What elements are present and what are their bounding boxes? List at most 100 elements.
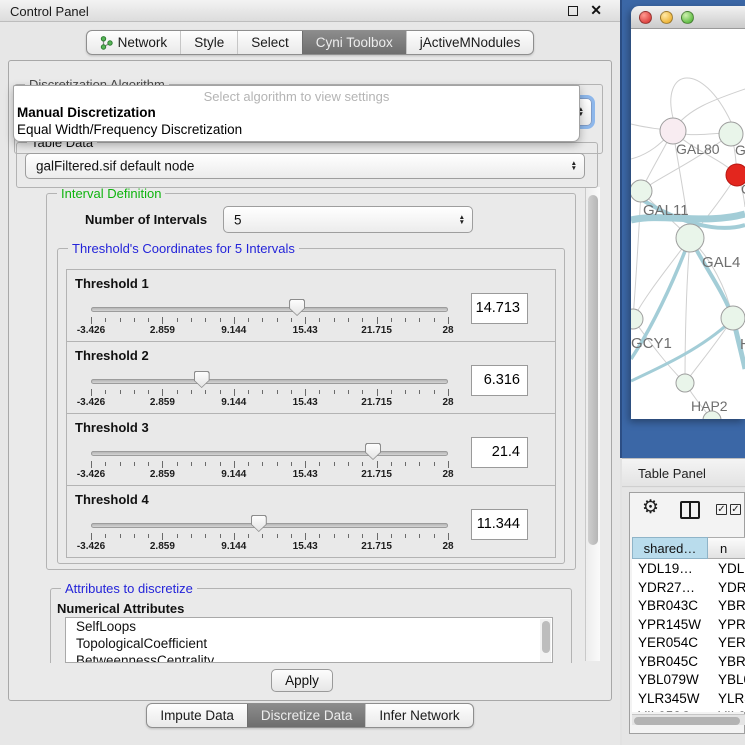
attribute-item-topologicalcoefficient[interactable]: TopologicalCoefficient: [66, 635, 552, 652]
cell-name[interactable]: YPR1: [708, 615, 745, 634]
table-row[interactable]: YPR145WYPR1: [632, 615, 745, 634]
cell-shared-name[interactable]: YDL19…: [632, 559, 708, 578]
tab-select[interactable]: Select: [237, 31, 302, 54]
cell-name[interactable]: YBR0: [708, 652, 745, 671]
cell-name[interactable]: YIL0: [708, 707, 745, 712]
table-row[interactable]: YDR27…YDR2: [632, 578, 745, 597]
slider-ticks: [91, 461, 448, 469]
list-scrollbar[interactable]: [540, 619, 551, 663]
slider-handle[interactable]: [365, 443, 381, 460]
threshold-value-field[interactable]: 14.713: [471, 293, 528, 324]
network-edge[interactable]: [633, 191, 641, 319]
attribute-item-selfloops[interactable]: SelfLoops: [66, 618, 552, 635]
minimize-traffic-light-icon[interactable]: [660, 11, 673, 24]
slider-handle[interactable]: [194, 371, 210, 388]
network-edge[interactable]: [671, 78, 731, 122]
zoom-traffic-light-icon[interactable]: [681, 11, 694, 24]
tick-mark: [434, 318, 435, 322]
network-node-hap2[interactable]: [676, 374, 694, 392]
threshold-label: Threshold 4: [75, 492, 149, 507]
cell-shared-name[interactable]: YLR345W: [632, 689, 708, 708]
tick-label: 9.144: [221, 397, 246, 408]
network-node-gal4[interactable]: [676, 224, 704, 252]
tab-label: Network: [118, 35, 168, 50]
table-row[interactable]: YIL052CYIL0: [632, 707, 745, 712]
gear-icon[interactable]: ⚙: [642, 496, 659, 519]
threshold-value-field[interactable]: 6.316: [471, 365, 528, 396]
slider-handle[interactable]: [289, 299, 305, 316]
cell-name[interactable]: YER0: [708, 633, 745, 652]
table-row[interactable]: YBR043CYBR0: [632, 596, 745, 615]
tab-infer-network[interactable]: Infer Network: [365, 704, 472, 727]
cell-shared-name[interactable]: YDR27…: [632, 578, 708, 597]
popup-placeholder-item[interactable]: Select algorithm to view settings: [14, 86, 579, 105]
columns-icon[interactable]: [680, 501, 700, 519]
close-traffic-light-icon[interactable]: [639, 11, 652, 24]
network-canvas[interactable]: GAL80GACGAL11GAL4GCY1HHAP2: [631, 29, 745, 419]
network-node-label: C: [741, 181, 745, 197]
cell-name[interactable]: YLR3: [708, 689, 745, 708]
float-window-icon[interactable]: [568, 6, 578, 16]
cell-shared-name[interactable]: YPR145W: [632, 615, 708, 634]
table-horizontal-scrollbar[interactable]: [632, 714, 745, 725]
list-scrollbar-thumb[interactable]: [542, 621, 550, 653]
apply-button[interactable]: Apply: [271, 669, 333, 692]
number-of-intervals-combobox[interactable]: 5 ▲▼: [223, 206, 473, 233]
close-icon[interactable]: ✕: [590, 2, 602, 19]
tab-discretize-data[interactable]: Discretize Data: [247, 704, 366, 727]
table-data-combobox[interactable]: galFiltered.sif default node ▲▼: [25, 153, 585, 179]
tab-cyni-toolbox[interactable]: Cyni Toolbox: [302, 31, 406, 54]
slider-track[interactable]: [91, 379, 448, 384]
tick-mark: [334, 390, 335, 394]
table-row[interactable]: YER054CYER0: [632, 633, 745, 652]
column-header-name[interactable]: n: [708, 537, 745, 559]
table-row[interactable]: YDL19…YDL1: [632, 559, 745, 578]
column-header-shared-name[interactable]: shared…: [632, 537, 708, 559]
tick-mark: [405, 534, 406, 538]
tab-network[interactable]: Network: [87, 31, 181, 54]
slider-track[interactable]: [91, 307, 448, 312]
tab-style[interactable]: Style: [180, 31, 237, 54]
table-row[interactable]: YLR345WYLR3: [632, 689, 745, 708]
combo-stepper-icon: ▲▼: [459, 215, 465, 225]
network-edge[interactable]: [685, 238, 690, 383]
cell-name[interactable]: YBL0: [708, 670, 745, 689]
checkbox-icon[interactable]: ✓: [716, 504, 727, 515]
slider-handle[interactable]: [251, 515, 267, 532]
popup-item-equal-width-frequency-discretization[interactable]: Equal Width/Frequency Discretization: [14, 122, 579, 139]
tick-mark: [205, 390, 206, 394]
table-row[interactable]: YBR045CYBR0: [632, 652, 745, 671]
network-node-gcy1[interactable]: [631, 309, 643, 329]
cell-name[interactable]: YDR2: [708, 578, 745, 597]
algorithm-dropdown-popup: Select algorithm to view settingsManual …: [13, 85, 580, 142]
cell-name[interactable]: YBR0: [708, 596, 745, 615]
tick-label: 15.43: [293, 397, 318, 408]
tab-jactivemnodules[interactable]: jActiveMNodules: [406, 31, 534, 54]
tick-label: 21.715: [361, 397, 392, 408]
tab-impute-data[interactable]: Impute Data: [147, 704, 247, 727]
cell-shared-name[interactable]: YER054C: [632, 633, 708, 652]
tick-mark: [348, 390, 349, 394]
attribute-item-betweennesscentrality[interactable]: BetweennessCentrality: [66, 652, 552, 663]
network-node-h[interactable]: [721, 306, 745, 330]
tick-label: 2.859: [150, 541, 175, 552]
tick-mark: [291, 390, 292, 394]
checkbox-icon[interactable]: ✓: [730, 504, 741, 515]
table-row[interactable]: YBL079WYBL0: [632, 670, 745, 689]
slider-track[interactable]: [91, 451, 448, 456]
popup-item-manual-discretization[interactable]: Manual Discretization: [14, 105, 579, 122]
cell-shared-name[interactable]: YBR043C: [632, 596, 708, 615]
threshold-value-field[interactable]: 21.4: [471, 437, 528, 468]
slider-track[interactable]: [91, 523, 448, 528]
numerical-attributes-list[interactable]: SelfLoopsTopologicalCoefficientBetweenne…: [65, 617, 553, 663]
network-window-titlebar[interactable]: [631, 6, 745, 29]
table-scrollbar-thumb[interactable]: [634, 717, 740, 725]
panel-scrollbar-thumb[interactable]: [588, 195, 598, 545]
threshold-value-field[interactable]: 11.344: [471, 509, 528, 540]
panel-scrollbar[interactable]: [585, 187, 600, 661]
cell-shared-name[interactable]: YBL079W: [632, 670, 708, 689]
network-node-gal11[interactable]: [631, 180, 652, 202]
cell-shared-name[interactable]: YIL052C: [632, 707, 708, 712]
cell-name[interactable]: YDL1: [708, 559, 745, 578]
cell-shared-name[interactable]: YBR045C: [632, 652, 708, 671]
